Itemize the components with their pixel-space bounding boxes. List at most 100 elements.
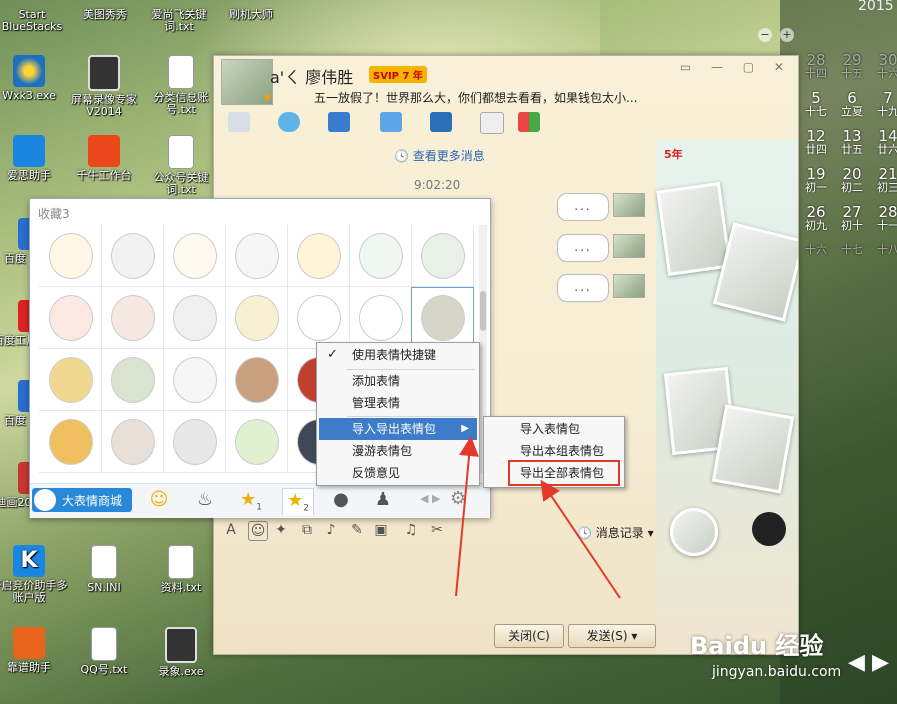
calendar-day[interactable]: 19 初一 <box>798 166 834 194</box>
desktop-icon-kaopu[interactable]: 靠谱助手 <box>0 627 70 674</box>
calendar-day[interactable]: 27 初十 <box>834 204 870 232</box>
emoticon-cell[interactable] <box>411 225 474 287</box>
calendar-day[interactable]: 20 初二 <box>834 166 870 194</box>
menu-item-manage-emoticon[interactable]: 管理表情 <box>319 392 477 414</box>
desktop-icon-screen-recorder[interactable]: 屏幕录像专家V2014 <box>63 55 145 118</box>
next-arrow-icon[interactable]: ▶ <box>872 650 889 675</box>
calendar-day[interactable]: 5 十七 <box>798 90 834 118</box>
gear-icon[interactable]: ⚙ <box>450 488 466 509</box>
menu-item-add-emoticon[interactable]: 添加表情 <box>319 370 477 392</box>
tab-scroll-arrows[interactable]: ◀ ▶ <box>420 492 440 505</box>
calendar-day[interactable]: 12 廿四 <box>798 128 834 156</box>
desktop-icon-sn-ini[interactable]: SN.INI <box>63 545 145 594</box>
emoticon-cell[interactable] <box>163 411 226 473</box>
emoji-figure-icon[interactable]: ♨ <box>190 488 220 514</box>
emoticon-cell[interactable] <box>101 349 164 411</box>
contact-name[interactable]: a'ㄑ 廖伟胜 <box>270 64 353 88</box>
emoticon-cell[interactable] <box>101 411 164 473</box>
calendar-add-icon[interactable]: + <box>780 28 794 42</box>
desktop-icon-qq-txt[interactable]: QQ号.txt <box>63 627 145 676</box>
emoticon-cell[interactable] <box>349 225 412 287</box>
calendar-day[interactable]: 13 廿五 <box>834 128 870 156</box>
font-icon[interactable]: A <box>222 521 240 539</box>
desktop-icon-txt-file[interactable]: 分类信息账号.txt <box>140 55 222 116</box>
figure-icon[interactable]: ♟ <box>368 488 398 514</box>
smile-icon[interactable]: ☺ <box>144 488 174 514</box>
calendar-day[interactable]: 21 初三 <box>870 166 897 194</box>
calendar-day[interactable]: 29 十五 <box>834 52 870 80</box>
window-controls[interactable]: ▭ — ▢ ✕ <box>680 60 792 74</box>
emoticon-context-menu[interactable]: ✓ 使用表情快捷键 添加表情 管理表情 导入导出表情包 ▶ 漫游表情包 反馈意见 <box>316 342 480 486</box>
create-group-icon[interactable] <box>480 112 504 134</box>
desktop-icon-meitu[interactable]: 美图秀秀 <box>74 9 136 21</box>
emoticon-cell[interactable] <box>39 287 102 349</box>
emoticon-cell[interactable] <box>225 225 288 287</box>
desktop-icon-bid-helper[interactable]: K 开启竞价助手多账户版 <box>0 545 70 604</box>
microphone-icon[interactable]: ♪ <box>322 521 340 539</box>
calendar-day[interactable]: 十六 <box>798 244 834 256</box>
calendar-day[interactable]: 十八 <box>870 244 897 256</box>
emoticon-cell[interactable] <box>225 287 288 349</box>
qq-penguin-icon[interactable] <box>752 512 786 546</box>
calendar-day[interactable]: 26 初九 <box>798 204 834 232</box>
calendar-day[interactable]: 6 立夏 <box>834 90 870 118</box>
send-button[interactable]: 发送(S) ▾ <box>568 624 656 648</box>
emoticon-cell[interactable] <box>225 349 288 411</box>
desktop-icon-txt-file[interactable]: 公众号关键词.txt <box>140 135 222 196</box>
emoticon-cell[interactable] <box>287 287 350 349</box>
emoticon-cell[interactable] <box>163 225 226 287</box>
calendar-day[interactable]: 28 十四 <box>798 52 834 80</box>
menu-item-import-pack[interactable]: 导入表情包 <box>486 418 620 440</box>
emoticon-cell[interactable] <box>163 287 226 349</box>
doodle-icon[interactable]: ✎ <box>348 521 366 539</box>
chat-bubble[interactable]: ... <box>557 234 609 262</box>
emoticon-cell[interactable] <box>39 411 102 473</box>
desktop-icon-shuaji[interactable]: 刷机大师 <box>220 9 282 21</box>
desktop-icon-i4[interactable]: 爱思助手 <box>0 135 70 182</box>
image-icon[interactable]: ▣ <box>372 521 390 539</box>
calendar-day[interactable]: 28 十一 <box>870 204 897 232</box>
emoticon-cell[interactable] <box>101 287 164 349</box>
magic-icon[interactable]: ✦ <box>272 521 290 539</box>
emoticon-cell[interactable] <box>163 349 226 411</box>
panda-icon[interactable]: ● <box>326 488 356 514</box>
emoticon-cell[interactable] <box>287 225 350 287</box>
prev-arrow-icon[interactable]: ◀ <box>848 650 865 675</box>
desktop-icon-ziliao-txt[interactable]: 资料.txt <box>140 545 222 594</box>
apps-icon[interactable] <box>518 112 540 132</box>
desktop-icon-wxk3[interactable]: Wxk3.exe <box>0 55 70 102</box>
screen-share-icon[interactable] <box>430 112 452 132</box>
chat-bubble[interactable]: ... <box>557 274 609 302</box>
video-call-icon[interactable] <box>278 112 300 132</box>
emoticon-cell[interactable] <box>101 225 164 287</box>
send-file-icon[interactable] <box>380 112 402 132</box>
menu-item-shortcut[interactable]: ✓ 使用表情快捷键 <box>319 344 477 366</box>
scroll-thumb[interactable] <box>480 291 486 331</box>
star-icon[interactable]: ★2 <box>282 488 314 515</box>
calendar-day[interactable]: 30 十六 <box>870 52 897 80</box>
emoticon-cell[interactable] <box>39 225 102 287</box>
emoticon-cell[interactable] <box>349 287 412 349</box>
scissors-icon[interactable]: ✂ <box>428 521 446 539</box>
chat-bubble[interactable]: ... <box>557 193 609 221</box>
menu-item-feedback[interactable]: 反馈意见 <box>319 462 477 484</box>
voice-call-icon[interactable] <box>228 112 250 132</box>
contact-show-avatar[interactable] <box>670 508 718 556</box>
shake-icon[interactable]: ⧉ <box>298 521 316 539</box>
emoticon-mall-button[interactable]: 大表情商城 <box>32 488 132 512</box>
calendar-minimize-icon[interactable]: − <box>758 28 772 42</box>
desktop-icon-luxiang[interactable]: 录象.exe <box>140 627 222 678</box>
calendar-day[interactable]: 7 十九 <box>870 90 897 118</box>
emoticon-cell[interactable] <box>39 349 102 411</box>
view-more-messages-link[interactable]: 🕓 查看更多消息 <box>394 147 485 164</box>
desktop-icon-keywords-txt[interactable]: 爱尚飞关键词.txt <box>146 9 212 33</box>
calendar-day[interactable]: 14 廿六 <box>870 128 897 156</box>
remote-desktop-icon[interactable] <box>328 112 350 132</box>
calendar-day[interactable]: 十七 <box>834 244 870 256</box>
menu-item-import-export[interactable]: 导入导出表情包 ▶ <box>319 418 477 440</box>
message-record-button[interactable]: 🕓 消息记录 ▾ <box>577 524 654 541</box>
menu-item-export-group[interactable]: 导出本组表情包 <box>486 440 620 462</box>
star-icon[interactable]: ★1 <box>236 488 266 514</box>
emoticon-cell[interactable] <box>225 411 288 473</box>
desktop-icon-start-bluestacks[interactable]: Start BlueStacks <box>0 9 64 33</box>
